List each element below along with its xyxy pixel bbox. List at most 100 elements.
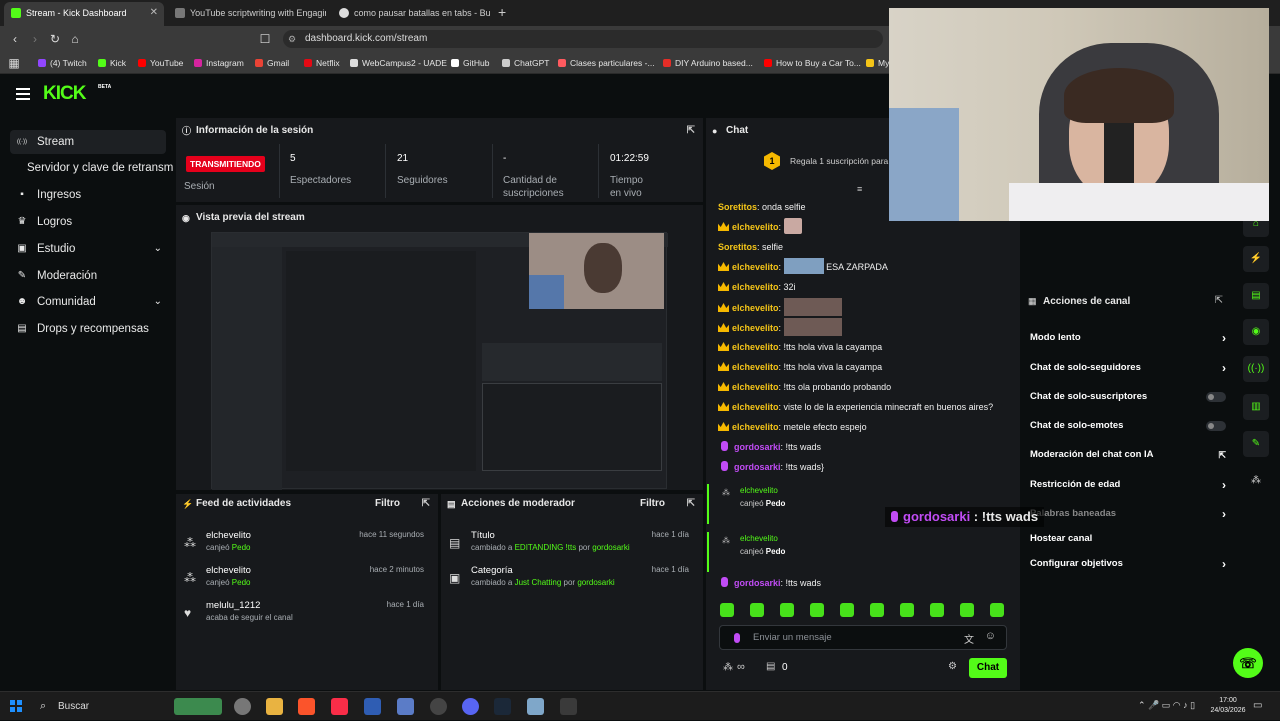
pinned-menu-icon[interactable]: ≡: [857, 184, 862, 194]
sidebar-item-logros[interactable]: ♛ Logros: [10, 210, 166, 234]
redeem-user[interactable]: elchevelito: [740, 534, 778, 543]
clock[interactable]: 17:00 24/03/2026: [1210, 696, 1246, 716]
activity-filter-button[interactable]: Filtro: [375, 494, 400, 514]
reload-icon[interactable]: ↻: [47, 31, 63, 47]
bookmark-item[interactable]: (4) Twitch: [38, 56, 87, 70]
popout-icon[interactable]: ⇱: [422, 494, 430, 514]
bookmark-item[interactable]: YouTube: [138, 56, 183, 70]
emote-button[interactable]: [900, 603, 914, 617]
emote-button[interactable]: [810, 603, 824, 617]
file-explorer-icon[interactable]: [266, 698, 283, 715]
emote-button[interactable]: [780, 603, 794, 617]
sidebar-item-estudio[interactable]: ▣ Estudio ⌄: [10, 237, 166, 261]
channel-action-moderaci-n-del-chat-con-ia[interactable]: Moderación del chat con IA ⇱: [1030, 446, 1226, 464]
gear-icon[interactable]: ⚙: [948, 661, 957, 672]
popout-icon[interactable]: ⇱: [1215, 295, 1223, 306]
new-tab-button[interactable]: +: [498, 4, 506, 20]
chat-message[interactable]: gordosarki: !tts wads}: [718, 458, 824, 476]
sidebar-item-ingresos[interactable]: ▪ Ingresos: [10, 183, 166, 207]
chat-username[interactable]: Soretitos: [718, 242, 757, 252]
chat-input[interactable]: Enviar un mensaje 文 ☺: [719, 625, 1007, 650]
bookmark-item[interactable]: Kick: [98, 56, 126, 70]
support-icon[interactable]: ☏: [1233, 648, 1263, 678]
chat-message[interactable]: elchevelito: 32i: [718, 278, 796, 296]
sidebar-item-comunidad[interactable]: ☻ Comunidad ⌄: [10, 290, 166, 314]
chat-message[interactable]: elchevelito: ESA ZARPADA: [718, 258, 888, 276]
activity-user[interactable]: elchevelito: [206, 530, 251, 541]
bookmark-item[interactable]: Instagram: [194, 56, 244, 70]
emote-button[interactable]: [930, 603, 944, 617]
puzzle-icon[interactable]: ⁂: [1243, 468, 1269, 494]
bookmark-item[interactable]: Netflix: [304, 56, 340, 70]
chat-username[interactable]: elchevelito: [732, 362, 779, 372]
sidebar-item-servidor[interactable]: Servidor y clave de retransmisión: [10, 156, 174, 180]
activity-row[interactable]: ⁂ elchevelito canjeó Pedo hace 2 minutos: [176, 565, 434, 595]
toggle-switch[interactable]: [1206, 392, 1226, 402]
kick-logo[interactable]: KICK: [43, 83, 86, 105]
chat-message[interactable]: elchevelito:: [718, 318, 842, 336]
chat-username[interactable]: elchevelito: [732, 422, 779, 432]
bookmark-item[interactable]: ChatGPT: [502, 56, 549, 70]
bookmark-item[interactable]: DIY Arduino based...: [663, 56, 753, 70]
chat-username[interactable]: elchevelito: [732, 282, 779, 292]
channel-action-modo-lento[interactable]: Modo lento ›: [1030, 329, 1226, 347]
menu-icon[interactable]: [16, 88, 30, 100]
obs-icon[interactable]: [430, 698, 447, 715]
chat-message[interactable]: elchevelito: !tts hola viva la cayampa: [718, 358, 882, 376]
chat-message[interactable]: Soretitos: selfie: [718, 238, 783, 256]
send-chat-button[interactable]: Chat: [969, 658, 1007, 678]
chat-message[interactable]: elchevelito: viste lo de la experiencia …: [718, 398, 993, 416]
chat-message[interactable]: gordosarki: !tts wads: [718, 438, 821, 456]
chat-message[interactable]: elchevelito: !tts ola probando probando: [718, 378, 891, 396]
chat-username[interactable]: Soretitos: [718, 202, 757, 212]
chat-icon[interactable]: ◉: [1243, 319, 1269, 345]
sidebar-item-moderación[interactable]: ✎ Moderación: [10, 264, 166, 288]
settings-icon[interactable]: [234, 698, 251, 715]
channel-action-chat-de-solo-seguidores[interactable]: Chat de solo-seguidores ›: [1030, 359, 1226, 377]
chat-message[interactable]: gordosarki: !tts wads: [718, 574, 821, 592]
channel-action-chat-de-solo-emotes[interactable]: Chat de solo-emotes: [1030, 417, 1226, 435]
widgets-icon[interactable]: [174, 698, 222, 715]
chat-message[interactable]: elchevelito:: [718, 218, 802, 236]
app-icon[interactable]: [560, 698, 577, 715]
channel-action-palabras-baneadas[interactable]: Palabras baneadas ›: [1030, 505, 1226, 523]
popout-icon[interactable]: ⇱: [687, 118, 695, 144]
emote-button[interactable]: [990, 603, 1004, 617]
channel-action-hostear-canal[interactable]: Hostear canal: [1030, 530, 1226, 548]
audio-app-icon[interactable]: [364, 698, 381, 715]
sidebar-item-stream[interactable]: ((·)) Stream: [10, 130, 166, 154]
chat-message[interactable]: Soretitos: onda selfie: [718, 198, 806, 216]
sidebar-item-drops[interactable]: ▤ Drops y recompensas: [10, 317, 166, 341]
app-icon[interactable]: [527, 698, 544, 715]
bookmark-item[interactable]: How to Buy a Car To...: [764, 56, 861, 70]
tray-icons[interactable]: ⌃ 🎤 ▭ ◠ ♪ ▯: [1138, 700, 1195, 711]
sub-gift-text[interactable]: Regala 1 suscripción para: [790, 156, 888, 166]
activity-user[interactable]: elchevelito: [206, 565, 251, 576]
bookmark-item[interactable]: WebCampus2 - UADE: [350, 56, 447, 70]
channel-action-restricci-n-de-edad[interactable]: Restricción de edad ›: [1030, 476, 1226, 494]
tab-youtube-scriptwriting[interactable]: YouTube scriptwriting with Engaging: [168, 2, 326, 26]
app-icon[interactable]: [397, 698, 414, 715]
chat-username[interactable]: gordosarki: [734, 442, 781, 452]
home-icon[interactable]: ⌂: [67, 31, 83, 47]
chat-username[interactable]: elchevelito: [732, 402, 779, 412]
activity-row[interactable]: ⁂ elchevelito canjeó Pedo hace 11 segundos: [176, 530, 434, 560]
close-tab-icon[interactable]: ✕: [150, 2, 158, 24]
taskbar-search[interactable]: ⌕ Buscar: [32, 692, 172, 721]
music-icon[interactable]: [331, 698, 348, 715]
chat-message[interactable]: elchevelito:: [718, 298, 842, 316]
broadcast-icon[interactable]: ((·)): [1243, 356, 1269, 382]
chat-username[interactable]: elchevelito: [732, 382, 779, 392]
emote-button[interactable]: [720, 603, 734, 617]
lightning-icon[interactable]: ⚡: [1243, 246, 1269, 272]
forward-icon[interactable]: ›: [27, 31, 43, 47]
bookmark-item[interactable]: Clases particulares -...: [558, 56, 655, 70]
channel-action-configurar-objetivos[interactable]: Configurar objetivos ›: [1030, 555, 1226, 573]
toggle-switch[interactable]: [1206, 421, 1226, 431]
bookmark-item[interactable]: GitHub: [451, 56, 489, 70]
site-info-icon[interactable]: ⚙: [288, 30, 296, 48]
wrench-icon[interactable]: ✎: [1243, 431, 1269, 457]
mod-user[interactable]: gordosarki: [577, 578, 614, 587]
bookmark-icon[interactable]: ☐: [257, 31, 273, 47]
url-field[interactable]: ⚙ dashboard.kick.com/stream: [283, 30, 883, 48]
